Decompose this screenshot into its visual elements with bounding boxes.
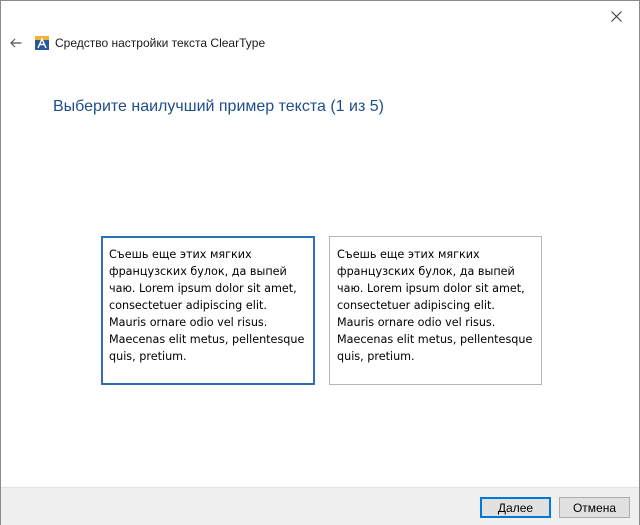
window-title: Средство настройки текста ClearType — [55, 36, 266, 50]
page-heading: Выберите наилучший пример текста (1 из 5… — [53, 98, 384, 115]
close-button[interactable] — [593, 1, 639, 31]
dialog-footer: Далее Отмена — [1, 487, 639, 525]
cleartype-app-icon — [35, 36, 49, 50]
text-sample-1-content: Съешь еще этих мягких французских булок,… — [109, 248, 305, 363]
cleartype-tuner-window: Средство настройки текста ClearType Выбе… — [0, 0, 640, 525]
back-arrow-icon — [10, 38, 22, 48]
next-button[interactable]: Далее — [480, 497, 551, 518]
text-sample-2-content: Съешь еще этих мягких французских булок,… — [337, 248, 533, 363]
text-sample-2[interactable]: Съешь еще этих мягких французских булок,… — [329, 236, 542, 385]
text-sample-1[interactable]: Съешь еще этих мягких французских булок,… — [101, 236, 315, 385]
back-button[interactable] — [5, 33, 27, 53]
close-icon — [610, 10, 622, 22]
cancel-button[interactable]: Отмена — [559, 497, 630, 518]
title-bar — [1, 1, 639, 31]
